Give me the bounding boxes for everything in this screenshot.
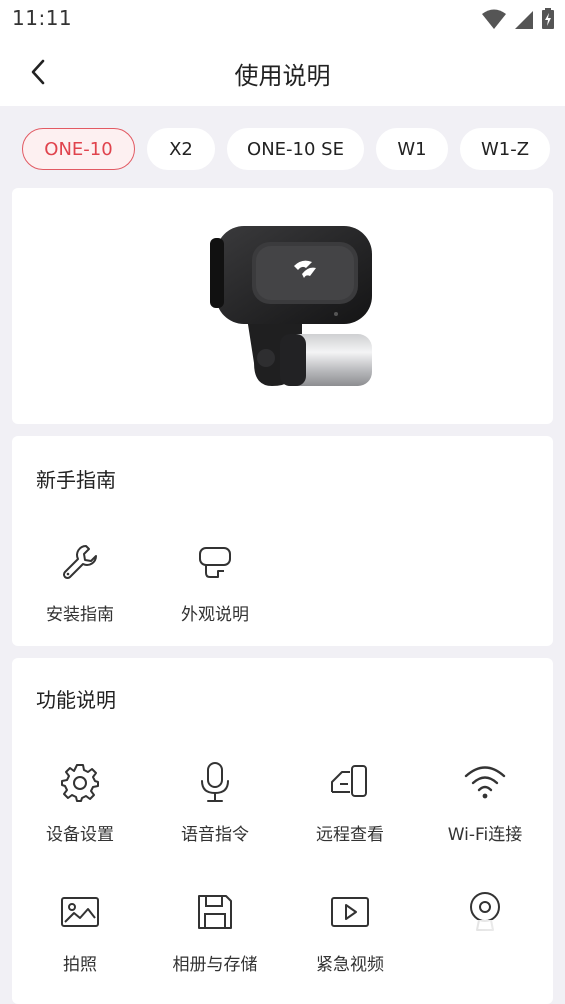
- item-label: 语音指令: [181, 825, 249, 845]
- wifi-icon: [463, 760, 507, 804]
- remote-view-icon: [328, 760, 372, 804]
- status-icons: [481, 8, 555, 30]
- fade-overlay: [412, 920, 552, 990]
- storage-icon: [193, 890, 237, 934]
- wrench-icon: [58, 540, 102, 584]
- item-label: 远程查看: [316, 825, 384, 845]
- install-guide-item[interactable]: 安装指南: [12, 540, 148, 625]
- page-title: 使用说明: [234, 62, 331, 90]
- dashcam-product-image: [210, 226, 372, 386]
- device-outline-icon: [193, 540, 237, 584]
- emergency-video-item[interactable]: 紧急视频: [282, 890, 418, 975]
- photo-item[interactable]: 拍照: [12, 890, 148, 975]
- tab-w1-z[interactable]: W1-Z: [460, 128, 550, 170]
- wifi-status-icon: [482, 9, 506, 29]
- status-bar: 11:11: [0, 0, 565, 40]
- video-play-icon: [328, 890, 372, 934]
- remote-view-item[interactable]: 远程查看: [282, 760, 418, 845]
- item-label: Wi-Fi连接: [447, 825, 523, 845]
- status-time: 11:11: [12, 6, 73, 30]
- tab-w1[interactable]: W1: [376, 128, 448, 170]
- cellular-signal-icon: [515, 11, 533, 29]
- appearance-guide-item[interactable]: 外观说明: [147, 540, 283, 625]
- tab-one-10-se[interactable]: ONE-10 SE: [227, 128, 364, 170]
- item-label: 安装指南: [46, 605, 114, 625]
- voice-command-item[interactable]: 语音指令: [147, 760, 283, 845]
- microphone-icon: [193, 760, 237, 804]
- device-settings-item[interactable]: 设备设置: [12, 760, 148, 845]
- item-label: 紧急视频: [316, 955, 384, 975]
- beginner-guide-section: 新手指南 安装指南 外观说明: [12, 436, 553, 646]
- wifi-connection-item[interactable]: Wi-Fi连接: [417, 760, 553, 845]
- tab-one-10[interactable]: ONE-10: [22, 128, 135, 170]
- item-label: 外观说明: [181, 605, 249, 625]
- item-label: 拍照: [63, 955, 97, 975]
- tab-x2[interactable]: X2: [147, 128, 215, 170]
- model-tabs: ONE-10 X2 ONE-10 SE W1 W1-Z: [22, 128, 550, 172]
- section-title: 功能说明: [36, 688, 116, 712]
- item-label: 相册与存储: [172, 955, 258, 975]
- battery-icon: [542, 8, 554, 29]
- app-header: 使用说明: [0, 40, 565, 106]
- section-title: 新手指南: [36, 468, 116, 492]
- product-card: [12, 188, 553, 424]
- photo-icon: [58, 890, 102, 934]
- gear-icon: [58, 760, 102, 804]
- item-label: 设备设置: [46, 825, 114, 845]
- album-storage-item[interactable]: 相册与存储: [147, 890, 283, 975]
